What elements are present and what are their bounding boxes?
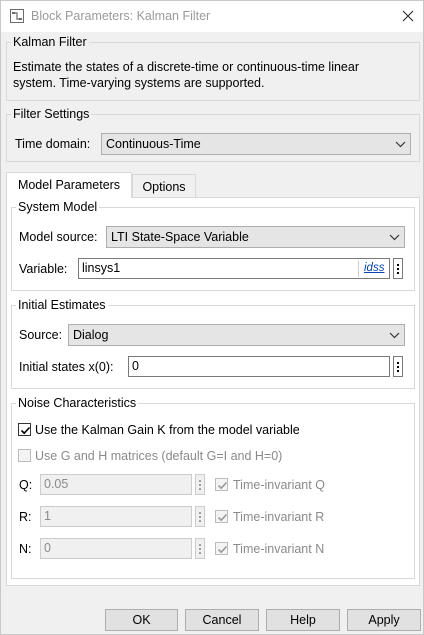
simulink-icon <box>10 9 24 23</box>
n-value: 0 <box>44 541 51 555</box>
variable-options-button[interactable] <box>393 258 403 279</box>
time-invariant-q-label: Time-invariant Q <box>233 478 325 492</box>
source-label: Source: <box>19 328 63 342</box>
use-gh-matrices-label: Use G and H matrices (default G=I and H=… <box>35 449 283 463</box>
q-value: 0.05 <box>44 477 69 491</box>
idss-link[interactable]: idss <box>364 262 384 274</box>
time-domain-value: Continuous-Time <box>106 137 201 151</box>
tab-model-parameters-label: Model Parameters <box>17 178 121 192</box>
variable-input[interactable]: linsys1 idss <box>78 258 390 279</box>
chevron-down-icon <box>395 141 406 148</box>
cancel-button[interactable]: Cancel <box>185 609 259 631</box>
initial-estimates-header: Initial Estimates <box>16 298 108 312</box>
apply-button[interactable]: Apply <box>347 609 421 631</box>
model-source-label: Model source: <box>19 230 98 244</box>
r-input[interactable]: 1 <box>40 506 192 527</box>
time-invariant-n-label: Time-invariant N <box>233 542 325 556</box>
q-label: Q: <box>19 478 33 492</box>
filter-settings-header: Filter Settings <box>11 107 92 121</box>
checkmark-icon <box>217 481 228 490</box>
use-kalman-gain-label: Use the Kalman Gain K from the model var… <box>35 423 300 437</box>
tab-options-label: Options <box>142 180 186 194</box>
source-value: Dialog <box>73 328 109 342</box>
tab-options[interactable]: Options <box>132 174 196 198</box>
chevron-down-icon <box>389 332 400 339</box>
description-line-1: Estimate the states of a discrete-time o… <box>13 60 359 74</box>
checkmark-icon <box>20 426 31 435</box>
r-value: 1 <box>44 509 51 523</box>
n-input[interactable]: 0 <box>40 538 192 559</box>
window-title: Block Parameters: Kalman Filter <box>31 9 211 23</box>
ok-button[interactable]: OK <box>105 609 178 631</box>
time-domain-label: Time domain: <box>15 137 91 151</box>
n-label: N: <box>19 542 32 556</box>
variable-label: Variable: <box>19 262 68 276</box>
system-model-header: System Model <box>16 200 100 214</box>
description-header: Kalman Filter <box>11 35 89 49</box>
initial-states-options-button[interactable] <box>393 356 403 377</box>
initial-states-label: Initial states x(0): <box>19 360 114 374</box>
ok-button-label: OK <box>132 613 151 627</box>
tab-model-parameters[interactable]: Model Parameters <box>6 172 132 198</box>
help-button[interactable]: Help <box>266 609 340 631</box>
q-options-button[interactable] <box>195 474 205 495</box>
time-invariant-r-checkbox[interactable] <box>215 510 228 523</box>
time-invariant-n-checkbox[interactable] <box>215 542 228 555</box>
description-line-2: system. Time-varying systems are support… <box>13 76 265 90</box>
checkmark-icon <box>217 545 228 554</box>
checkmark-icon <box>217 513 228 522</box>
time-domain-dropdown[interactable]: Continuous-Time <box>101 133 411 155</box>
initial-states-value: 0 <box>132 359 139 373</box>
apply-button-label: Apply <box>368 613 400 627</box>
use-gh-matrices-checkbox[interactable] <box>18 449 31 462</box>
time-invariant-q-checkbox[interactable] <box>215 478 228 491</box>
variable-value: linsys1 <box>82 261 121 275</box>
noise-characteristics-header: Noise Characteristics <box>16 396 139 410</box>
divider <box>358 261 359 277</box>
r-label: R: <box>19 510 32 524</box>
dialog-window: Block Parameters: Kalman Filter Kalman F… <box>0 0 424 635</box>
title-bar: Block Parameters: Kalman Filter <box>1 1 423 32</box>
close-icon[interactable] <box>400 8 416 24</box>
model-source-value: LTI State-Space Variable <box>111 230 249 244</box>
use-kalman-gain-checkbox[interactable] <box>18 423 31 436</box>
model-source-dropdown[interactable]: LTI State-Space Variable <box>106 226 405 248</box>
time-invariant-r-label: Time-invariant R <box>233 510 325 524</box>
n-options-button[interactable] <box>195 538 205 559</box>
q-input[interactable]: 0.05 <box>40 474 192 495</box>
chevron-down-icon <box>389 234 400 241</box>
cancel-button-label: Cancel <box>202 613 242 627</box>
help-button-label: Help <box>290 613 316 627</box>
r-options-button[interactable] <box>195 506 205 527</box>
source-dropdown[interactable]: Dialog <box>68 324 405 346</box>
initial-states-input[interactable]: 0 <box>128 356 390 377</box>
